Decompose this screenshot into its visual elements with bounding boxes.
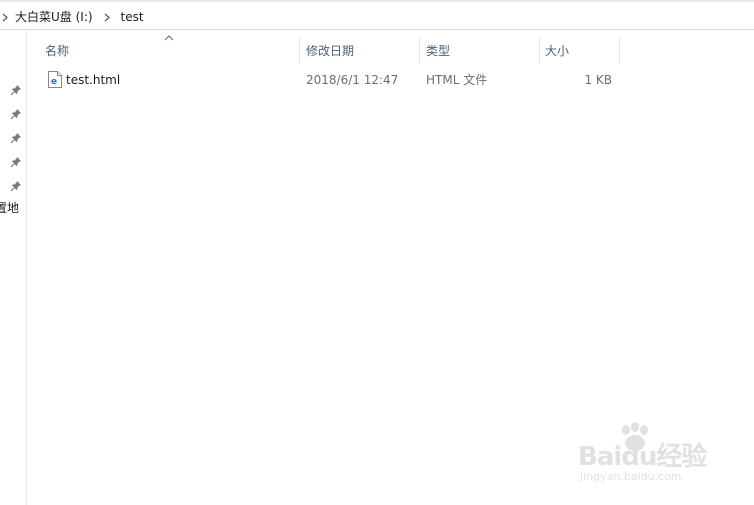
breadcrumb-folder[interactable]: test — [121, 6, 144, 28]
navigation-pane[interactable] — [0, 30, 26, 505]
file-type: HTML 文件 — [426, 73, 488, 87]
file-size: 1 KB — [584, 73, 612, 87]
nav-pane-splitter[interactable] — [26, 30, 27, 505]
chevron-right-icon[interactable] — [102, 6, 112, 28]
file-row[interactable]: e test.html 2018/6/1 12:47 HTML 文件 1 KB — [40, 69, 620, 91]
column-separator[interactable] — [299, 38, 300, 64]
watermark-text: Baidu经验 — [578, 442, 707, 472]
pin-icon — [10, 181, 21, 192]
pin-icon — [10, 133, 21, 144]
baidu-jingyan-watermark: Baidu经验 jingyan.baidu.com — [578, 422, 718, 492]
pin-icon — [10, 85, 21, 96]
file-modified: 2018/6/1 12:47 — [306, 73, 399, 87]
address-bar[interactable]: 大白菜U盘 (I:) test — [0, 6, 754, 28]
address-divider — [0, 29, 754, 30]
column-separator[interactable] — [619, 38, 620, 64]
column-header-type[interactable]: 类型 — [426, 38, 538, 64]
chevron-right-icon[interactable] — [0, 6, 10, 28]
column-separator[interactable] — [419, 38, 420, 64]
pin-icon — [10, 157, 21, 168]
file-name[interactable]: test.html — [66, 69, 120, 91]
watermark-url: jingyan.baidu.com — [580, 470, 682, 483]
pin-icon — [10, 109, 21, 120]
column-separator[interactable] — [539, 38, 540, 64]
column-header-modified[interactable]: 修改日期 — [306, 38, 418, 64]
svg-text:e: e — [51, 77, 57, 87]
nav-item-partial[interactable]: 置地 — [0, 200, 19, 216]
html-file-icon: e — [48, 71, 62, 88]
breadcrumb-drive[interactable]: 大白菜U盘 (I:) — [15, 6, 93, 28]
column-header-size[interactable]: 大小 — [545, 38, 619, 64]
window-top-border — [0, 0, 754, 2]
column-header-name[interactable]: 名称 — [45, 38, 299, 64]
